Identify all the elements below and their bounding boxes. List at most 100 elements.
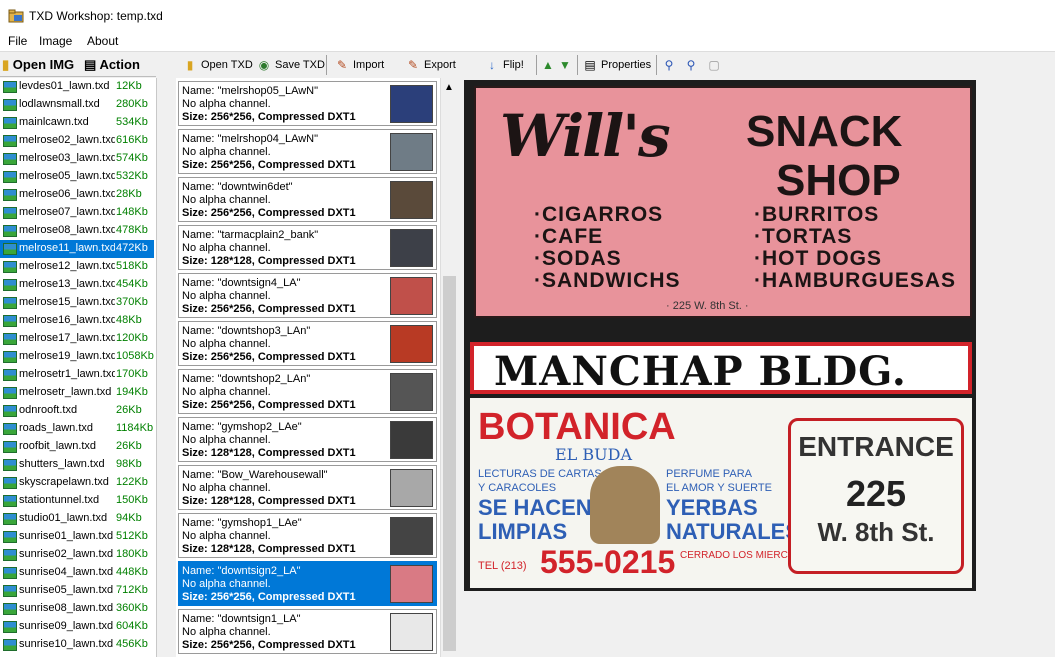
texture-size: Size: 256*256, Compressed DXT1 bbox=[182, 111, 356, 123]
next-texture-button[interactable]: ▼ bbox=[557, 56, 576, 74]
properties-button[interactable]: ▤ Properties bbox=[582, 56, 651, 74]
scrollbar-thumb[interactable] bbox=[443, 276, 456, 651]
botanica-sign: BOTANICA EL BUDA LECTURAS DE CARTAS Y CA… bbox=[470, 398, 972, 588]
import-button[interactable]: ✎ Import bbox=[334, 56, 384, 74]
file-list-item[interactable]: melrose12_lawn.txd 518Kb bbox=[0, 258, 154, 276]
file-name: melrose03_lawn.txd bbox=[19, 152, 115, 164]
image-file-icon bbox=[3, 135, 17, 147]
file-list-item[interactable]: levdes01_lawn.txd 12Kb bbox=[0, 78, 154, 96]
file-list-item[interactable]: shutters_lawn.txd 98Kb bbox=[0, 456, 154, 474]
file-list-item[interactable]: sunrise01_lawn.txd 512Kb bbox=[0, 528, 154, 546]
fit-window-icon: ▢ bbox=[708, 58, 720, 72]
sign-yerbas: YERBAS bbox=[666, 495, 758, 520]
texture-list-item[interactable]: Name: "gymshop2_LAe" No alpha channel. Siz… bbox=[178, 417, 437, 462]
texture-list-item[interactable]: Name: "melrshop05_LAwN" No alpha channel.… bbox=[178, 81, 437, 126]
texture-thumbnail bbox=[390, 613, 433, 651]
file-size: 12Kb bbox=[116, 80, 142, 92]
file-size: 360Kb bbox=[116, 602, 148, 614]
file-list-item[interactable]: roofbit_lawn.txd 26Kb bbox=[0, 438, 154, 456]
file-list-item[interactable]: odnrooft.txd 26Kb bbox=[0, 402, 154, 420]
texture-list-item[interactable]: Name: "Bow_Warehousewall" No alpha channe… bbox=[178, 465, 437, 510]
file-list-item[interactable]: sunrise05_lawn.txd 712Kb bbox=[0, 582, 154, 600]
texture-list-item[interactable]: Name: "downtwin6det" No alpha channel. Siz… bbox=[178, 177, 437, 222]
texture-name: Name: "melrshop05_LAwN" bbox=[182, 85, 319, 97]
folder-icon: ▮ bbox=[186, 58, 194, 72]
file-list-item[interactable]: sunrise10_lawn.txd 456Kb bbox=[0, 636, 154, 654]
file-list-item[interactable]: melrose07_lawn.txd 148Kb bbox=[0, 204, 154, 222]
texture-list-item[interactable]: Name: "gymshop1_LAe" No alpha channel. Siz… bbox=[178, 513, 437, 558]
texture-list-item[interactable]: Name: "melrshop04_LAwN" No alpha channel.… bbox=[178, 129, 437, 174]
sign-se-hacen: SE HACEN bbox=[478, 495, 592, 520]
texture-thumbnail bbox=[390, 277, 433, 315]
file-list-item[interactable]: melrose06_lawn.txd 28Kb bbox=[0, 186, 154, 204]
file-list-item[interactable]: melrose05_lawn.txd 532Kb bbox=[0, 168, 154, 186]
menu-about[interactable]: About bbox=[87, 34, 118, 48]
texture-preview: Will's SNACK SHOP ·CIGARROS ·CAFE ·SODAS… bbox=[464, 80, 976, 591]
menu-image[interactable]: Image bbox=[39, 34, 72, 48]
action-icon: ▤ bbox=[84, 57, 97, 72]
texture-list-item[interactable]: Name: "downtshop2_LAn" No alpha channel. S… bbox=[178, 369, 437, 414]
texture-name: Name: "downtwin6det" bbox=[182, 181, 293, 193]
file-list-item[interactable]: melrosetr_lawn.txd 194Kb bbox=[0, 384, 154, 402]
file-name: levdes01_lawn.txd bbox=[19, 80, 110, 92]
texture-list-item[interactable]: Name: "downtsign2_LA" No alpha channel. Si… bbox=[178, 561, 437, 606]
file-list-item[interactable]: studio01_lawn.txd 94Kb bbox=[0, 510, 154, 528]
file-list-item[interactable]: melrose11_lawn.txd 472Kb bbox=[0, 240, 154, 258]
action-button[interactable]: ▤ Action bbox=[84, 57, 140, 73]
image-file-icon bbox=[3, 189, 17, 201]
file-list-item[interactable]: melrose13_lawn.txd 454Kb bbox=[0, 276, 154, 294]
fit-button[interactable]: ▢ bbox=[706, 56, 725, 74]
flip-button[interactable]: ↓ Flip! bbox=[484, 56, 524, 74]
file-list-item[interactable]: sunrise08_lawn.txd 360Kb bbox=[0, 600, 154, 618]
file-list-item[interactable]: melrose08_lawn.txd 478Kb bbox=[0, 222, 154, 240]
file-list-item[interactable]: lodlawnsmall.txd 280Kb bbox=[0, 96, 154, 114]
texture-list-scrollbar[interactable]: ▲ bbox=[440, 78, 458, 657]
file-name: odnrooft.txd bbox=[19, 404, 78, 416]
file-list-item[interactable]: skyscrapelawn.txd 122Kb bbox=[0, 474, 154, 492]
save-txd-button[interactable]: ◉ Save TXD bbox=[256, 56, 325, 74]
file-name: sunrise08_lawn.txd bbox=[19, 602, 114, 614]
file-list-item[interactable]: roads_lawn.txd 1184Kb bbox=[0, 420, 154, 438]
sign-perfume: PERFUME PARA bbox=[666, 468, 752, 480]
image-file-icon bbox=[3, 405, 17, 417]
file-list-item[interactable]: melrose17_lawn.txd 120Kb bbox=[0, 330, 154, 348]
texture-list[interactable]: Name: "melrshop05_LAwN" No alpha channel.… bbox=[176, 78, 440, 657]
image-file-icon bbox=[3, 495, 17, 507]
file-size: 472Kb bbox=[116, 242, 148, 254]
open-img-button[interactable]: ▮ Open IMG bbox=[2, 57, 76, 73]
left-header: ▮ Open IMG ▤ Action bbox=[0, 54, 156, 77]
menu-file[interactable]: File bbox=[8, 34, 27, 48]
file-name: melrosetr_lawn.txd bbox=[19, 386, 112, 398]
file-list-item[interactable]: melrose16_lawn.txd 48Kb bbox=[0, 312, 154, 330]
texture-list-item[interactable]: Name: "downtshop3_LAn" No alpha channel. S… bbox=[178, 321, 437, 366]
texture-list-item[interactable]: Name: "downtsign1_LA" No alpha channel. Si… bbox=[178, 609, 437, 654]
scroll-up-icon[interactable]: ▲ bbox=[444, 82, 454, 93]
file-list-item[interactable]: melrose02_lawn.txd 616Kb bbox=[0, 132, 154, 150]
file-list[interactable]: levdes01_lawn.txd 12Kb lodlawnsmall.txd 280… bbox=[0, 78, 157, 657]
texture-name: Name: "gymshop2_LAe" bbox=[182, 421, 302, 433]
open-txd-button[interactable]: ▮ Open TXD bbox=[182, 56, 253, 74]
texture-list-item[interactable]: Name: "tarmacplain2_bank" No alpha channe… bbox=[178, 225, 437, 270]
file-list-item[interactable]: melrosetr1_lawn.txd 170Kb bbox=[0, 366, 154, 384]
file-list-item[interactable]: sunrise02_lawn.txd 180Kb bbox=[0, 546, 154, 564]
entrance-sign: ENTRANCE 225 W. 8th St. bbox=[788, 418, 964, 574]
file-list-item[interactable]: sunrise09_lawn.txd 604Kb bbox=[0, 618, 154, 636]
file-list-item[interactable]: melrose19_lawn.txd 1058Kb bbox=[0, 348, 154, 366]
snack-shop-sign: Will's SNACK SHOP ·CIGARROS ·CAFE ·SODAS… bbox=[474, 86, 972, 318]
file-name: melrose06_lawn.txd bbox=[19, 188, 115, 200]
file-name: lodlawnsmall.txd bbox=[19, 98, 100, 110]
file-list-item[interactable]: melrose15_lawn.txd 370Kb bbox=[0, 294, 154, 312]
file-list-item[interactable]: stationtunnel.txd 150Kb bbox=[0, 492, 154, 510]
menu-bar: File Image About bbox=[0, 31, 1055, 51]
sign-phone: 555-0215 bbox=[540, 544, 676, 580]
zoom-out-button[interactable]: ⚲ bbox=[683, 56, 702, 74]
file-list-item[interactable]: melrose03_lawn.txd 574Kb bbox=[0, 150, 154, 168]
zoom-in-button[interactable]: ⚲ bbox=[661, 56, 680, 74]
file-list-item[interactable]: sunrise04_lawn.txd 448Kb bbox=[0, 564, 154, 582]
texture-name: Name: "downtsign4_LA" bbox=[182, 277, 301, 289]
export-button[interactable]: ✎ Export bbox=[405, 56, 456, 74]
file-name: melrose13_lawn.txd bbox=[19, 278, 115, 290]
file-list-item[interactable]: mainlcawn.txd 534Kb bbox=[0, 114, 154, 132]
texture-name: Name: "downtsign2_LA" bbox=[182, 565, 301, 577]
texture-list-item[interactable]: Name: "downtsign4_LA" No alpha channel. Si… bbox=[178, 273, 437, 318]
